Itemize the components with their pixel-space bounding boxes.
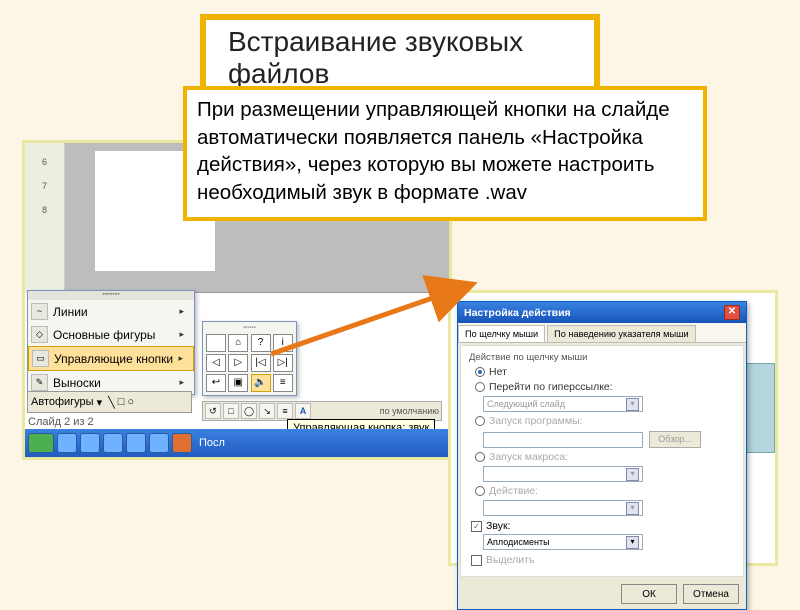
callouts-icon: ✎: [31, 374, 48, 391]
dialog-tabs: По щелчку мыши По наведению указателя мы…: [458, 323, 746, 343]
ok-button[interactable]: ОК: [621, 584, 677, 604]
chevron-down-icon: ▾: [626, 468, 639, 481]
tool-arrow-icon[interactable]: ↘: [259, 403, 275, 419]
cancel-button[interactable]: Отмена: [683, 584, 739, 604]
description-text: При размещении управляющей кнопки на сла…: [197, 98, 670, 204]
action-button-sound[interactable]: 🔈: [251, 374, 271, 392]
menu-item-basic-shapes[interactable]: ◇ Основные фигуры ▸: [28, 323, 194, 346]
action-button-home[interactable]: ⌂: [228, 334, 248, 352]
taskbar-save-icon[interactable]: [80, 433, 100, 453]
action-button-document[interactable]: ▣: [228, 374, 248, 392]
sound-checkbox-row[interactable]: ✓ Звук:: [471, 520, 735, 532]
tool-rect-icon[interactable]: □: [223, 403, 239, 419]
default-label: по умолчанию: [380, 406, 439, 416]
action-buttons-icon: ▭: [32, 350, 49, 367]
action-button-return[interactable]: ↩: [206, 374, 226, 392]
macro-combo: ▾: [483, 466, 643, 482]
radio-macro: Запуск макроса:: [475, 451, 735, 463]
tab-on-hover[interactable]: По наведению указателя мыши: [547, 325, 695, 342]
dialog-body: Действие по щелчку мыши Нет Перейти по г…: [460, 345, 744, 577]
vertical-ruler: 6 7 8: [25, 143, 65, 293]
autoshapes-submenu: ▪▪▪▪▪▪▪ ~ Линии ▸ ◇ Основные фигуры ▸ ▭ …: [27, 290, 195, 395]
tool-rotate-icon[interactable]: ↺: [205, 403, 221, 419]
shapes-icon: ◇: [31, 326, 48, 343]
chevron-down-icon: ▾: [626, 502, 639, 515]
menu-label: Управляющие кнопки: [54, 352, 173, 366]
radio-icon: [475, 452, 485, 462]
taskbar-app-label: Посл: [199, 437, 225, 449]
hyperlink-combo[interactable]: Следующий слайд ▾: [483, 396, 643, 412]
slide-counter: Слайд 2 из 2: [28, 416, 94, 428]
dialog-buttons: ОК Отмена: [458, 579, 746, 609]
action-button-info[interactable]: i: [273, 334, 293, 352]
dialog-titlebar[interactable]: Настройка действия ✕: [458, 302, 746, 323]
submenu-arrow-icon: ▸: [178, 353, 183, 364]
browse-button[interactable]: Обзор...: [649, 431, 701, 448]
action-button-beginning[interactable]: |◁: [251, 354, 271, 372]
action-button-custom[interactable]: [206, 334, 226, 352]
radio-program[interactable]: Запуск программы:: [475, 415, 735, 427]
menu-item-action-buttons[interactable]: ▭ Управляющие кнопки ▸: [28, 346, 194, 371]
radio-icon: [475, 416, 485, 426]
taskbar-app-icon[interactable]: [126, 433, 146, 453]
windows-taskbar: Посл: [25, 429, 449, 457]
chevron-down-icon: ▾: [626, 398, 639, 411]
action-button-back[interactable]: ◁: [206, 354, 226, 372]
section-heading: Действие по щелчку мыши: [469, 352, 735, 363]
submenu-arrow-icon: ▸: [179, 306, 184, 317]
radio-hyperlink[interactable]: Перейти по гиперссылке:: [475, 381, 735, 393]
action-button-movie[interactable]: ≡: [273, 374, 293, 392]
radio-action: Действие:: [475, 485, 735, 497]
radio-none[interactable]: Нет: [475, 366, 735, 378]
action-settings-dialog: Настройка действия ✕ По щелчку мыши По н…: [457, 301, 747, 610]
grid-drag-handle[interactable]: ▪▪▪▪▪▪: [206, 325, 293, 332]
taskbar-ie-icon[interactable]: [57, 433, 77, 453]
autoshapes-label: Автофигуры: [31, 396, 94, 408]
taskbar-powerpoint-icon[interactable]: [172, 433, 192, 453]
submenu-arrow-icon: ▸: [179, 377, 184, 388]
submenu-arrow-icon: ▸: [179, 329, 184, 340]
autoshapes-toolbar[interactable]: Автофигуры ▾ ╲□○: [27, 391, 192, 413]
chevron-down-icon: ▾: [626, 536, 639, 549]
dialog-screenshot: Настройка действия ✕ По щелчку мыши По н…: [448, 290, 778, 566]
close-icon[interactable]: ✕: [724, 305, 740, 320]
highlight-checkbox-row: Выделить: [471, 554, 735, 566]
action-buttons-grid: ▪▪▪▪▪▪ ⌂ ? i ◁ ▷ |◁ ▷| ↩ ▣ 🔈 ≡: [202, 321, 297, 396]
menu-item-lines[interactable]: ~ Линии ▸: [28, 300, 194, 323]
menu-label: Выноски: [53, 376, 101, 390]
lines-icon: ~: [31, 303, 48, 320]
dropdown-arrow-icon: ▾: [97, 396, 103, 409]
tool-oval-icon[interactable]: ◯: [241, 403, 257, 419]
title-text: Встраивание звуковых файлов: [228, 26, 523, 89]
radio-icon: [475, 486, 485, 496]
tab-on-click[interactable]: По щелчку мыши: [458, 325, 545, 342]
menu-label: Основные фигуры: [53, 328, 155, 342]
menu-label: Линии: [53, 305, 88, 319]
program-path-input: [483, 432, 643, 448]
taskbar-firefox-icon[interactable]: [103, 433, 123, 453]
drawing-toolbar: ↺ □ ◯ ↘ ≡ A по умолчанию: [202, 401, 442, 421]
radio-icon: [475, 367, 485, 377]
action-button-end[interactable]: ▷|: [273, 354, 293, 372]
sound-combo[interactable]: Аплодисменты ▾: [483, 534, 643, 550]
description-panel: При размещении управляющей кнопки на сла…: [183, 86, 707, 221]
dialog-title-text: Настройка действия: [464, 307, 571, 319]
action-combo: ▾: [483, 500, 643, 516]
checkbox-icon: ✓: [471, 521, 482, 532]
menu-drag-handle[interactable]: ▪▪▪▪▪▪▪: [28, 291, 194, 300]
action-button-forward[interactable]: ▷: [228, 354, 248, 372]
tool-text-icon[interactable]: A: [295, 403, 311, 419]
taskbar-app-icon[interactable]: [149, 433, 169, 453]
radio-icon: [475, 382, 485, 392]
start-button[interactable]: [28, 433, 54, 453]
action-button-help[interactable]: ?: [251, 334, 271, 352]
tool-line-icon[interactable]: ≡: [277, 403, 293, 419]
checkbox-icon: [471, 555, 482, 566]
